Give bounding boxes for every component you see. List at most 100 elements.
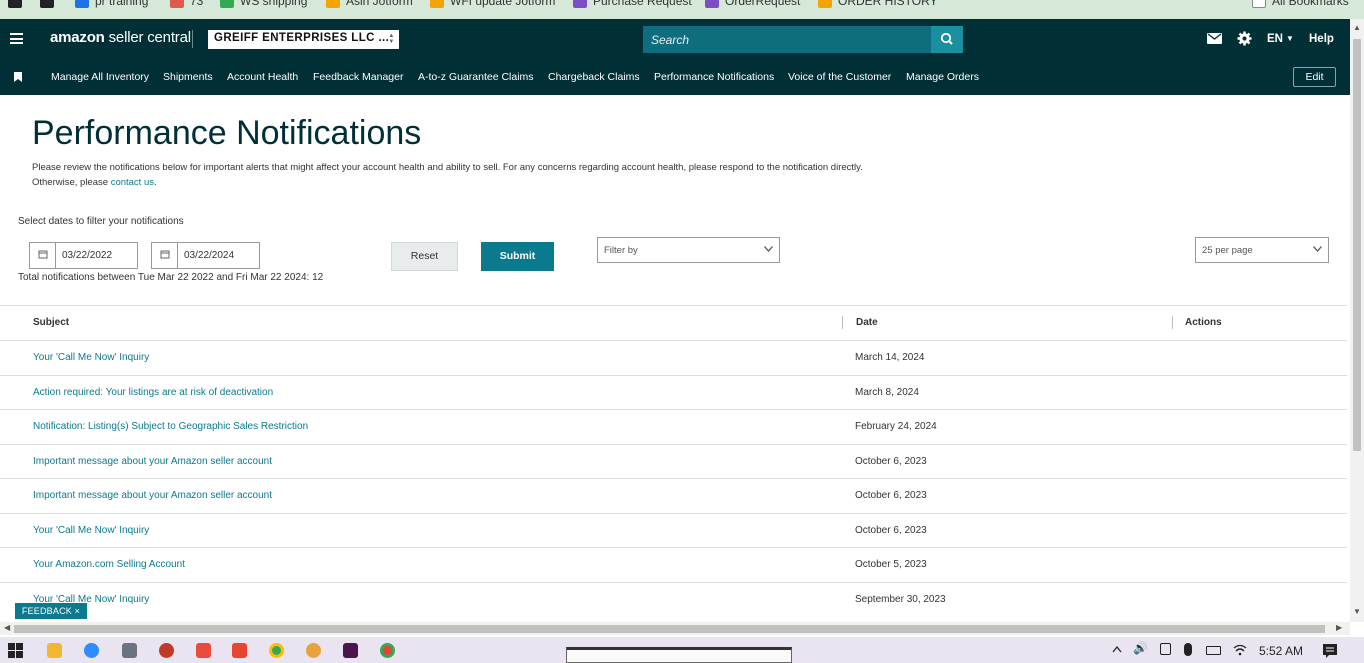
- chrome-icon[interactable]: [380, 643, 395, 658]
- nav-voice-of-customer[interactable]: Voice of the Customer: [788, 71, 891, 83]
- search-button[interactable]: [931, 26, 963, 53]
- per-page-label: 25 per page: [1202, 245, 1253, 256]
- nav-bar: Manage All Inventory Shipments Account H…: [0, 58, 1350, 95]
- nav-account-health[interactable]: Account Health: [227, 71, 298, 83]
- windows-start-icon[interactable]: [8, 643, 23, 658]
- bookmark-all[interactable]: All Bookmarks: [1252, 0, 1349, 8]
- meet-now-icon[interactable]: [1160, 643, 1171, 655]
- horizontal-scroll-thumb[interactable]: [14, 625, 1325, 633]
- nav-feedback-manager[interactable]: Feedback Manager: [313, 71, 403, 83]
- scroll-up-icon[interactable]: ▲: [1353, 23, 1361, 32]
- page-description: Please review the notifications below fo…: [32, 160, 892, 190]
- chrome-icon[interactable]: [269, 643, 284, 658]
- table-row: Your Amazon.com Selling Account October 5…: [0, 547, 1347, 582]
- bookmark-purchase-request[interactable]: Purchase Request: [573, 0, 692, 8]
- vertical-scrollbar[interactable]: ▲ ▼: [1350, 19, 1364, 622]
- date-to-field[interactable]: 03/22/2024: [151, 242, 260, 269]
- nav-performance-notifications[interactable]: Performance Notifications: [654, 71, 774, 83]
- scroll-right-icon[interactable]: ▶: [1336, 623, 1342, 632]
- language-selector[interactable]: EN ▼: [1267, 19, 1294, 58]
- table-row: Notification: Listing(s) Subject to Geog…: [0, 409, 1347, 444]
- nav-a-to-z-claims[interactable]: A-to-z Guarantee Claims: [418, 71, 534, 83]
- taskbar-clock[interactable]: 5:52 AM: [1259, 644, 1303, 658]
- top-header: amazon seller central GREIFF ENTERPRISES…: [0, 19, 1350, 58]
- column-header-date[interactable]: Date: [856, 306, 878, 340]
- zoom-icon[interactable]: [84, 643, 99, 658]
- contact-us-link[interactable]: contact us: [111, 177, 154, 188]
- slack-icon[interactable]: [343, 643, 358, 658]
- notifications-icon[interactable]: [1322, 643, 1338, 658]
- bookmarks-bar: pr training 73 WS shipping Asin Jotform …: [0, 0, 1364, 19]
- help-link[interactable]: Help: [1309, 19, 1334, 58]
- date-from-field[interactable]: 03/22/2022: [29, 242, 138, 269]
- feedback-button[interactable]: FEEDBACK ×: [15, 603, 87, 619]
- bookmark-icon[interactable]: [14, 72, 22, 82]
- nav-shipments[interactable]: Shipments: [163, 71, 213, 83]
- app-icon[interactable]: [306, 643, 321, 658]
- chevron-up-icon[interactable]: [1112, 645, 1122, 653]
- filter-by-label: Filter by: [604, 245, 638, 256]
- scroll-down-icon[interactable]: ▼: [1353, 607, 1361, 616]
- page-title: Performance Notifications: [32, 114, 422, 152]
- gear-icon: [1237, 31, 1252, 46]
- nav-chargeback-claims[interactable]: Chargeback Claims: [548, 71, 640, 83]
- table-row: Your 'Call Me Now' Inquiry March 14, 2024: [0, 340, 1347, 375]
- bookmark-wfi-update[interactable]: WFI update Jotform: [430, 0, 555, 8]
- volume-icon[interactable]: 🔊: [1133, 641, 1148, 656]
- notification-subject-link[interactable]: Your Amazon.com Selling Account: [33, 559, 185, 570]
- wifi-icon[interactable]: [1233, 644, 1247, 656]
- settings-button[interactable]: [1237, 19, 1252, 58]
- table-row: Important message about your Amazon sell…: [0, 444, 1347, 479]
- filter-by-select[interactable]: Filter by: [597, 237, 780, 263]
- notification-subject-link[interactable]: Your 'Call Me Now' Inquiry: [33, 352, 149, 363]
- column-header-subject[interactable]: Subject: [33, 306, 69, 340]
- mail-button[interactable]: [1207, 19, 1222, 58]
- nav-manage-all-inventory[interactable]: Manage All Inventory: [51, 71, 149, 83]
- date-to-value: 03/22/2024: [184, 250, 235, 261]
- bookmark-pr-training[interactable]: pr training: [75, 0, 148, 8]
- notification-date: October 5, 2023: [855, 559, 927, 570]
- reset-button[interactable]: Reset: [391, 242, 458, 271]
- notification-subject-link[interactable]: Notification: Listing(s) Subject to Geog…: [33, 421, 308, 432]
- notification-date: October 6, 2023: [855, 490, 927, 501]
- hamburger-menu-icon[interactable]: [10, 33, 23, 44]
- account-switcher[interactable]: GREIFF ENTERPRISES LLC ... ▲ ▼: [208, 30, 399, 49]
- snipping-tool-icon[interactable]: [159, 643, 174, 658]
- file-explorer-icon[interactable]: [47, 643, 62, 658]
- submit-button[interactable]: Submit: [481, 242, 554, 271]
- window-preview-thumbnail[interactable]: [566, 647, 792, 663]
- table-row: Important message about your Amazon sell…: [0, 478, 1347, 513]
- microphone-icon[interactable]: [1184, 643, 1192, 656]
- seller-central-logo[interactable]: amazon seller central: [50, 29, 191, 46]
- bookmark-icon-1[interactable]: [8, 0, 22, 8]
- app-icon[interactable]: [196, 643, 211, 658]
- notification-subject-link[interactable]: Your 'Call Me Now' Inquiry: [33, 525, 149, 536]
- bookmark-73[interactable]: 73: [170, 0, 203, 8]
- notification-subject-link[interactable]: Important message about your Amazon sell…: [33, 456, 272, 467]
- calculator-icon[interactable]: [122, 643, 137, 658]
- bookmark-order-history[interactable]: ORDER HISTORY: [818, 0, 938, 8]
- caret-down-icon: ▼: [1285, 34, 1294, 43]
- calendar-icon[interactable]: [152, 243, 178, 268]
- notification-subject-link[interactable]: Important message about your Amazon sell…: [33, 490, 272, 501]
- chevron-down-icon: [1313, 246, 1322, 252]
- bookmark-order-request[interactable]: OrderRequest: [705, 0, 800, 8]
- nav-manage-orders[interactable]: Manage Orders: [906, 71, 979, 83]
- bookmark-asin-jotform[interactable]: Asin Jotform: [326, 0, 413, 8]
- search-input[interactable]: Search: [643, 26, 931, 53]
- per-page-select[interactable]: 25 per page: [1195, 237, 1329, 263]
- calendar-icon[interactable]: [30, 243, 56, 268]
- edit-nav-button[interactable]: Edit: [1293, 67, 1336, 87]
- battery-icon[interactable]: [1206, 646, 1221, 655]
- bookmark-ws-shipping[interactable]: WS shipping: [220, 0, 307, 8]
- wps-office-icon[interactable]: [232, 643, 247, 658]
- column-divider[interactable]: [842, 316, 843, 329]
- horizontal-scrollbar[interactable]: ◀ ▶: [0, 622, 1350, 635]
- column-divider[interactable]: [1172, 316, 1173, 329]
- date-from-value: 03/22/2022: [62, 250, 113, 261]
- bookmark-icon-2[interactable]: [40, 0, 54, 8]
- scroll-left-icon[interactable]: ◀: [4, 623, 10, 632]
- vertical-scroll-thumb[interactable]: [1353, 39, 1361, 451]
- notification-subject-link[interactable]: Action required: Your listings are at ri…: [33, 387, 273, 398]
- table-row: Your 'Call Me Now' Inquiry October 6, 202…: [0, 513, 1347, 548]
